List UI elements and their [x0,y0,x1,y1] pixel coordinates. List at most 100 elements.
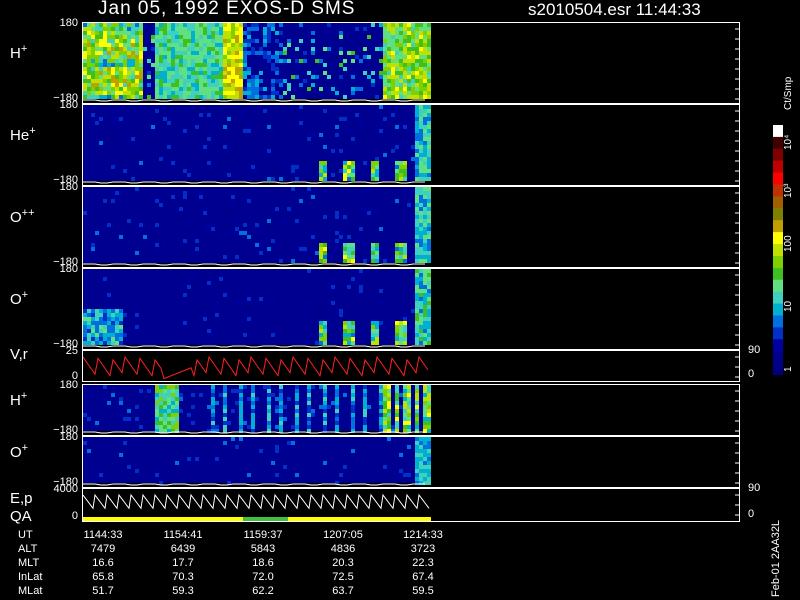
heatmap-cell [191,63,195,67]
heatmap-cell [351,259,355,263]
heatmap-cell [127,31,131,35]
heatmap-cell [427,125,431,129]
heatmap-cell [403,43,407,47]
heatmap-cell [235,27,239,31]
heatmap-cell [103,277,107,281]
heatmap-cell [403,333,407,337]
heatmap-cell [427,251,431,255]
heatmap-cell [91,75,95,79]
heatmap-cell [423,149,427,153]
heatmap-cell [335,389,339,393]
heatmap-cell [391,113,395,117]
heatmap-cell [363,161,367,165]
heatmap-cell [195,457,199,461]
heatmap-cell [419,449,423,453]
heatmap-cell [427,333,431,337]
heatmap-cell [163,397,167,401]
heatmap-cell [383,117,387,121]
heatmap-cell [167,31,171,35]
heatmap-cell [419,325,423,329]
heatmap-cell [371,23,375,27]
heatmap-cell [135,91,139,95]
heatmap-cell [227,71,231,75]
heatmap-cell [167,91,171,95]
heatmap-cell [195,71,199,75]
heatmap-cell [247,95,251,99]
heatmap-cell [183,43,187,47]
heatmap-cell [239,39,243,43]
heatmap-cell [427,23,431,27]
heatmap-cell [119,117,123,121]
heatmap-cell [419,215,423,219]
heatmap-cell [415,309,419,313]
heatmap-cell [415,153,419,157]
heatmap-cell [347,247,351,251]
heatmap-cell [231,31,235,35]
heatmap-cell [167,145,171,149]
heatmap-cell [395,63,399,67]
heatmap-cell [151,35,155,39]
heatmap-cell [319,247,323,251]
heatmap-cell [403,71,407,75]
heatmap-cell [135,31,139,35]
heatmap-cell [427,215,431,219]
heatmap-cell [295,47,299,51]
axis-row-value: 1214:33 [403,529,443,541]
heatmap-cell [115,191,119,195]
header-file-time: s2010504.esr 11:44:33 [528,0,701,19]
heatmap-cell [87,309,91,313]
heatmap-cell [427,27,431,31]
heatmap-cell [287,59,291,63]
heatmap-cell [399,337,403,341]
heatmap-cell [375,95,379,99]
heatmap-cell [119,35,123,39]
heatmap-cell [419,477,423,481]
heatmap-cell [383,59,387,63]
heatmap-cell [235,71,239,75]
heatmap-cell [387,51,391,55]
heatmap-cell [251,187,255,191]
heatmap-cell [211,401,215,405]
heatmap-cell [115,39,119,43]
heatmap-cell [419,165,423,169]
heatmap-cell [323,325,327,329]
heatmap-cell [223,91,227,95]
heatmap-cell [427,59,431,63]
heatmap-cell [335,133,339,137]
heatmap-cell [403,247,407,251]
heatmap-cell [395,417,399,421]
heatmap-cell [99,31,103,35]
heatmap-cell [203,75,207,79]
heatmap-cell [351,161,355,165]
heatmap-cell [199,191,203,195]
heatmap-cell [323,337,327,341]
heatmap-cell [371,177,375,181]
heatmap-cell [419,461,423,465]
heatmap-cell [95,191,99,195]
heatmap-cell [123,313,127,317]
heatmap-cell [111,23,115,27]
heatmap-cell [191,27,195,31]
heatmap-cell [403,125,407,129]
heatmap-cell [419,161,423,165]
heatmap-cell [343,169,347,173]
heatmap-cell [275,449,279,453]
heatmap-cell [295,421,299,425]
heatmap-cell [207,63,211,67]
heatmap-cell [391,59,395,63]
heatmap-cell [135,59,139,63]
heatmap-cell [227,87,231,91]
heatmap-cell [419,465,423,469]
heatmap-cell [167,413,171,417]
heatmap-cell [267,219,271,223]
heatmap-cell [95,83,99,87]
heatmap-cell [155,409,159,413]
heatmap-cell [427,141,431,145]
rtick-vr-1: 0 [748,368,755,380]
heatmap-cell [271,95,275,99]
heatmap-cell [419,207,423,211]
heatmap-cell [131,79,135,83]
heatmap-cell [207,207,211,211]
heatmap-cell [167,71,171,75]
heatmap-cell [211,51,215,55]
